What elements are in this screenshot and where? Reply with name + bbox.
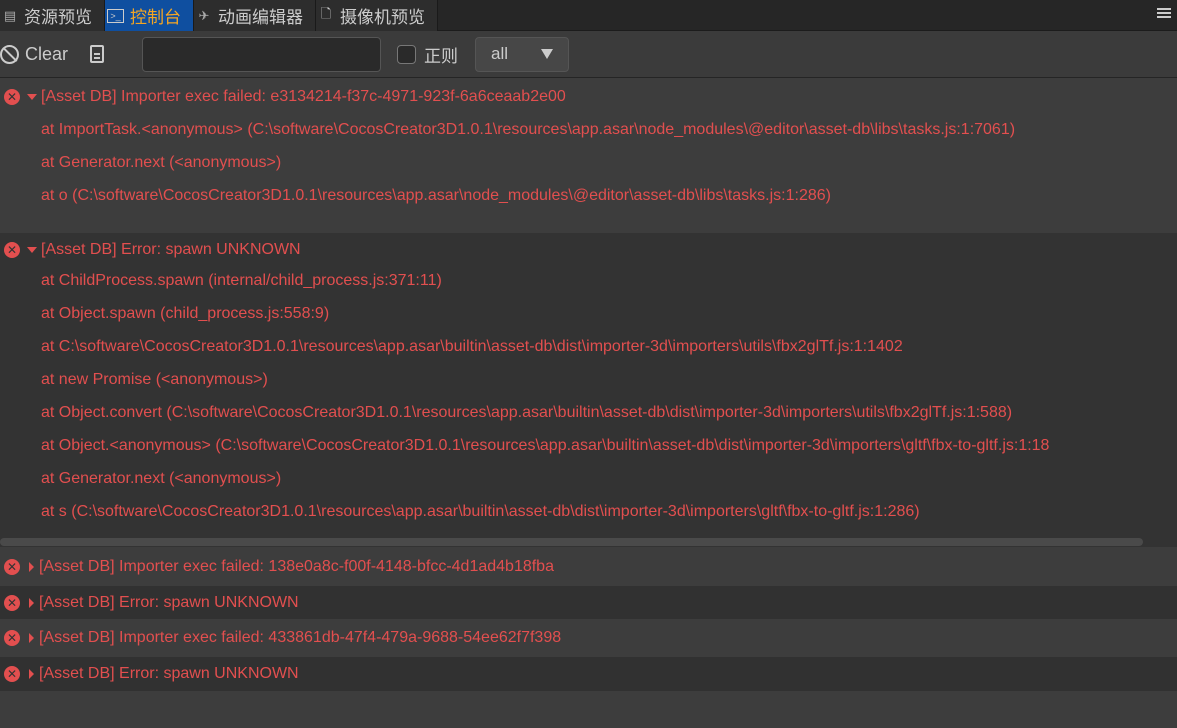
open-log-file-icon[interactable] xyxy=(90,45,105,63)
log-entry[interactable]: ✕ [Asset DB] Error: spawn UNKNOWN xyxy=(0,657,1177,691)
stack-line: at ImportTask.<anonymous> (C:\software\C… xyxy=(41,121,1016,138)
stack-line: at new Promise (<anonymous>) xyxy=(41,371,268,388)
stack-line: at Generator.next (<anonymous>) xyxy=(41,154,282,171)
file-icon: 🗋 xyxy=(320,5,332,21)
log-list: ✕ [Asset DB] Importer exec failed: e31342… xyxy=(0,78,1177,728)
clear-button[interactable]: Clear xyxy=(0,44,68,65)
expand-icon[interactable] xyxy=(29,561,34,572)
tab-console[interactable]: >_ 控制台 xyxy=(105,0,194,31)
menu-icon[interactable] xyxy=(1157,6,1171,20)
stack-line: at Object.<anonymous> (C:\software\Cocos… xyxy=(41,437,1050,454)
console-toolbar: Clear 正则 all xyxy=(0,31,1177,78)
stack-line: at o (C:\software\CocosCreator3D1.0.1\re… xyxy=(41,187,831,204)
stack-line: at Object.spawn (child_process.js:558:9) xyxy=(41,305,330,322)
stack-line: at Generator.next (<anonymous>) xyxy=(41,470,282,487)
error-icon: ✕ xyxy=(4,241,20,258)
tab-animation-editor[interactable]: ✈ 动画编辑器 xyxy=(194,0,316,31)
log-entry[interactable]: ✕ [Asset DB] Importer exec failed: e31342… xyxy=(0,78,1177,233)
log-entry[interactable]: ✕ [Asset DB] Importer exec failed: 433861… xyxy=(0,619,1177,657)
error-icon: ✕ xyxy=(4,88,20,105)
search-input[interactable] xyxy=(142,36,382,72)
expand-icon[interactable] xyxy=(29,597,34,608)
stack-line: at ChildProcess.spawn (internal/child_pr… xyxy=(41,272,442,289)
log-entry[interactable]: ✕ [Asset DB] Error: spawn UNKNOWN xyxy=(0,586,1177,619)
tab-assets-preview[interactable]: ▤ 资源预览 xyxy=(0,0,105,31)
expand-icon[interactable] xyxy=(29,669,34,679)
regex-checkbox[interactable] xyxy=(397,44,417,64)
stack-line: at C:\software\CocosCreator3D1.0.1\resou… xyxy=(41,338,903,355)
tab-camera-preview[interactable]: 🗋 摄像机预览 xyxy=(316,0,438,31)
error-icon: ✕ xyxy=(4,666,20,682)
ban-icon xyxy=(0,44,19,64)
log-entry-partial xyxy=(0,691,1177,728)
horizontal-scrollbar[interactable] xyxy=(0,538,1143,546)
expand-icon[interactable] xyxy=(29,633,34,643)
stack-line: at Object.convert (C:\software\CocosCrea… xyxy=(41,404,1013,421)
log-entry[interactable]: ✕ [Asset DB] Error: spawn UNKNOWN at Chil… xyxy=(0,233,1177,547)
collapse-icon[interactable] xyxy=(27,246,37,253)
log-level-select[interactable]: all xyxy=(475,36,570,72)
log-entry[interactable]: ✕ [Asset DB] Importer exec failed: 138e0a… xyxy=(0,547,1177,586)
error-icon: ✕ xyxy=(4,594,20,611)
caret-down-icon xyxy=(541,49,554,59)
error-icon: ✕ xyxy=(4,558,20,575)
panel-tabs: ▤ 资源预览 >_ 控制台 ✈ 动画编辑器 🗋 摄像机预览 xyxy=(0,0,1177,31)
runner-icon: ✈ xyxy=(198,7,210,23)
collapse-icon[interactable] xyxy=(27,93,37,100)
stack-line: at s (C:\software\CocosCreator3D1.0.1\re… xyxy=(41,503,920,520)
terminal-icon: >_ xyxy=(107,8,124,23)
regex-label: 正则 xyxy=(424,46,459,66)
list-icon: ▤ xyxy=(3,7,17,23)
error-icon: ✕ xyxy=(4,630,20,646)
